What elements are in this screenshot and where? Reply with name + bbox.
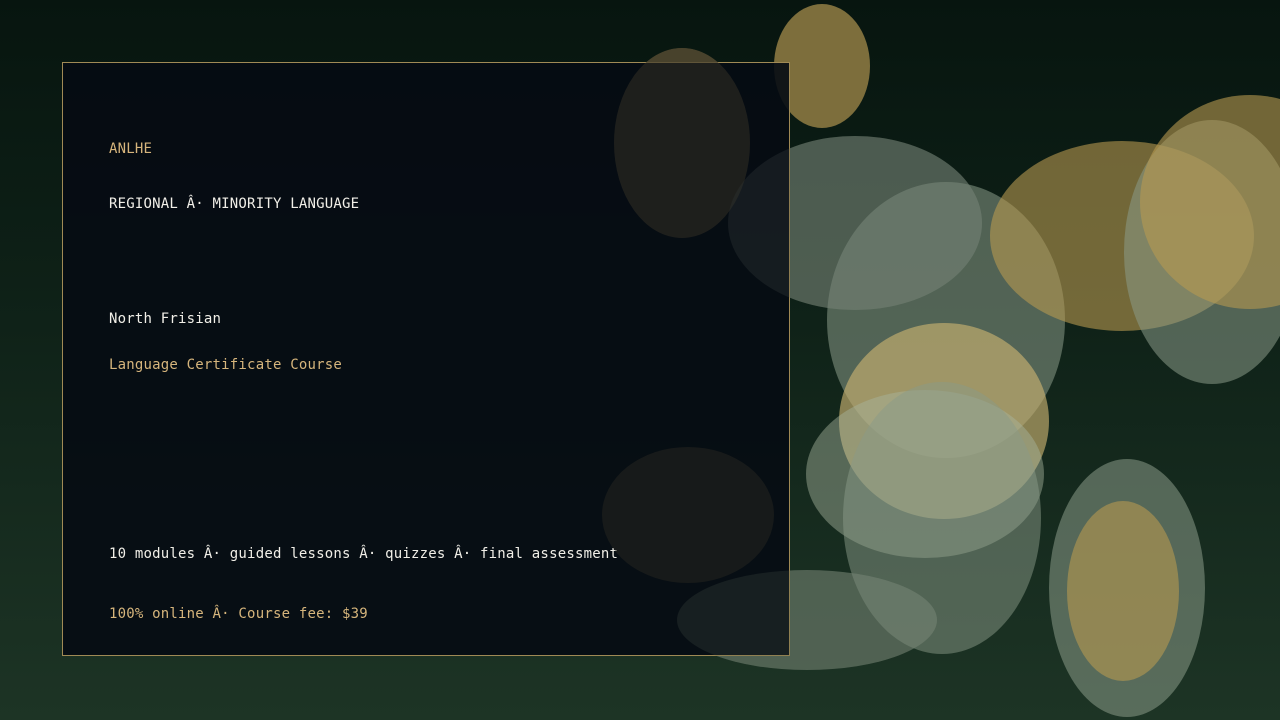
brand-label: ANLHE: [109, 141, 153, 157]
course-name: North Frisian: [109, 311, 222, 327]
course-pricing: 100% online Â· Course fee: $39: [109, 606, 368, 622]
category-label: REGIONAL Â· MINORITY LANGUAGE: [109, 196, 360, 212]
bokeh-circle: [1067, 501, 1179, 681]
course-details: 10 modules Â· guided lessons Â· quizzes …: [109, 546, 619, 562]
course-type: Language Certificate Course: [109, 357, 342, 373]
course-card: ANLHE REGIONAL Â· MINORITY LANGUAGE Nort…: [62, 62, 790, 656]
